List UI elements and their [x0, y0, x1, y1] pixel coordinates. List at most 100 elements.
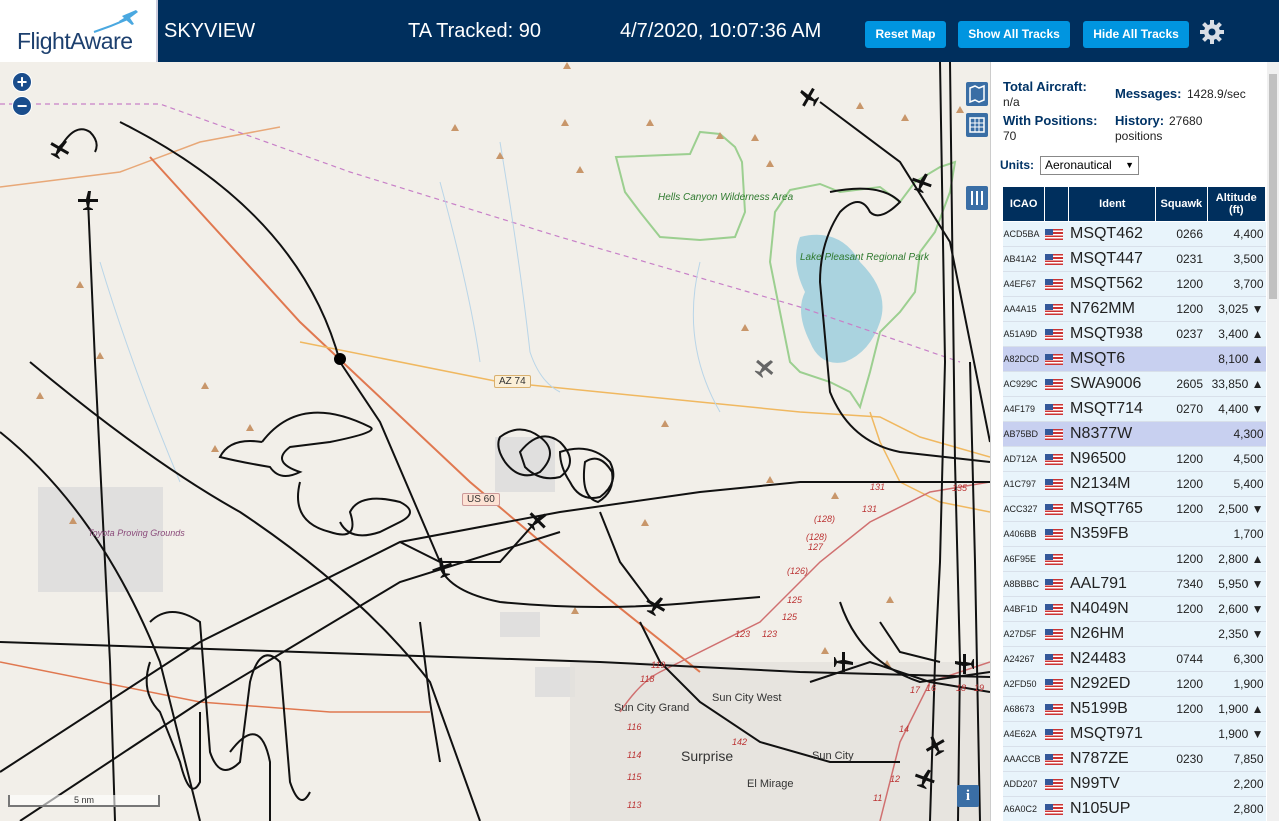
us60-shield: US 60	[462, 493, 500, 506]
flightaware-logo[interactable]: FlightAware	[0, 0, 158, 62]
table-row[interactable]: A6F95E 1200 2,800 ▲	[1002, 546, 1266, 572]
icao-cell: AD712A	[1002, 446, 1045, 472]
table-row[interactable]: AD712A N96500 1200 4,500	[1002, 446, 1266, 472]
icao-cell: AC929C	[1002, 371, 1045, 397]
icao-cell: A4F179	[1002, 396, 1045, 422]
squawk-cell	[1155, 796, 1208, 821]
hide-all-tracks-button[interactable]: Hide All Tracks	[1083, 21, 1189, 48]
table-row[interactable]: AAACCB N787ZE 0230 7,850	[1002, 746, 1266, 772]
icao-cell: A4BF1D	[1002, 596, 1045, 622]
altitude-cell: 2,500 ▼	[1207, 496, 1266, 522]
map-view[interactable]: + − Hells Canyon Wilderness Area Lake Pl…	[0, 62, 990, 821]
route-number: 17	[910, 685, 921, 695]
sun-city-grand-label: Sun City Grand	[614, 702, 690, 714]
grid-icon[interactable]	[966, 113, 988, 137]
table-row[interactable]: A68673 N5199B 1200 1,900 ▲	[1002, 696, 1266, 722]
us-flag-icon	[1044, 221, 1069, 247]
with-positions-label: With Positions:	[1003, 113, 1098, 128]
messages-label: Messages:	[1115, 86, 1182, 101]
table-row[interactable]: A24267 N24483 0744 6,300	[1002, 646, 1266, 672]
table-row[interactable]: ACD5BA MSQT462 0266 4,400	[1002, 221, 1266, 247]
icao-cell: ACC327	[1002, 496, 1045, 522]
route-number: 123	[735, 629, 751, 639]
icao-cell: AB41A2	[1002, 246, 1045, 272]
icao-cell: A1C797	[1002, 471, 1045, 497]
aircraft-panel: Total Aircraft: n/a With Positions: 70 M…	[990, 62, 1279, 821]
history-label: History:	[1115, 113, 1165, 128]
table-row[interactable]: AB41A2 MSQT447 0231 3,500	[1002, 246, 1266, 272]
table-row[interactable]: A6A0C2 N105UP 2,800	[1002, 796, 1266, 821]
columns-icon[interactable]	[966, 186, 988, 210]
header-bar: FlightAware SKYVIEW TA Tracked: 90 4/7/2…	[0, 0, 1279, 62]
us-flag-icon	[1044, 571, 1069, 597]
table-row[interactable]: A82DCD MSQT6 8,100 ▲	[1002, 346, 1266, 372]
altitude-cell: 7,850	[1207, 746, 1266, 772]
total-aircraft-label: Total Aircraft:	[1003, 79, 1087, 94]
squawk-cell: 0266	[1155, 221, 1208, 247]
reset-map-button[interactable]: Reset Map	[865, 21, 946, 48]
az74-shield: AZ 74	[494, 375, 531, 388]
us-flag-icon	[1044, 471, 1069, 497]
panel-scrollbar[interactable]	[1267, 62, 1279, 821]
squawk-cell: 0231	[1155, 246, 1208, 272]
table-row[interactable]: AB75BD N8377W 4,300	[1002, 421, 1266, 447]
altitude-cell: 3,700	[1207, 271, 1266, 297]
ident-cell: N292ED	[1068, 671, 1156, 697]
us-flag-icon	[1044, 796, 1069, 821]
surprise-label: Surprise	[681, 748, 734, 764]
total-aircraft-value: n/a	[1003, 95, 1020, 109]
scroll-thumb[interactable]	[1269, 74, 1277, 299]
table-row[interactable]: A2FD50 N292ED 1200 1,900	[1002, 671, 1266, 697]
us-flag-icon	[1044, 771, 1069, 797]
altitude-cell: 4,400	[1207, 221, 1266, 247]
sun-city-west-label: Sun City West	[712, 692, 782, 704]
ident-cell: MSQT714	[1068, 396, 1156, 422]
icao-cell: AB75BD	[1002, 421, 1045, 447]
route-number: 131	[862, 504, 878, 514]
icao-cell: A27D5F	[1002, 621, 1045, 647]
toyota-proving-grounds	[38, 487, 163, 592]
table-row[interactable]: A51A9D MSQT938 0237 3,400 ▲	[1002, 321, 1266, 347]
ident-cell: N2134M	[1068, 471, 1156, 497]
col-icao[interactable]: ICAO	[1001, 186, 1046, 222]
us-flag-icon	[1044, 296, 1069, 322]
altitude-cell: 1,900 ▼	[1207, 721, 1266, 747]
table-row[interactable]: A4BF1D N4049N 1200 2,600 ▼	[1002, 596, 1266, 622]
ident-cell: N359FB	[1068, 521, 1156, 547]
col-flag[interactable]	[1044, 186, 1070, 222]
hells-canyon-label: Hells Canyon Wilderness Area	[658, 192, 794, 203]
table-row[interactable]: AC929C SWA9006 2605 33,850 ▲	[1002, 371, 1266, 397]
route-number: (126)	[787, 566, 809, 576]
table-row[interactable]: A1C797 N2134M 1200 5,400	[1002, 471, 1266, 497]
map-layers-icon[interactable]	[966, 82, 988, 106]
ident-cell: N787ZE	[1068, 746, 1156, 772]
table-row[interactable]: A8BBBC AAL791 7340 5,950 ▼	[1002, 571, 1266, 597]
zoom-out-button[interactable]: −	[12, 96, 32, 116]
gear-icon[interactable]	[1198, 18, 1226, 46]
table-row[interactable]: A4F179 MSQT714 0270 4,400 ▼	[1002, 396, 1266, 422]
table-row[interactable]: A4EF67 MSQT562 1200 3,700	[1002, 271, 1266, 297]
col-squawk[interactable]: Squawk	[1155, 186, 1208, 222]
ident-cell: MSQT462	[1068, 221, 1156, 247]
info-icon[interactable]: i	[957, 785, 979, 807]
map-scale: 5 nm	[8, 795, 160, 807]
table-row[interactable]: A406BB N359FB 1,700	[1002, 521, 1266, 547]
route-number: 123	[762, 629, 778, 639]
table-row[interactable]: ACC327 MSQT765 1200 2,500 ▼	[1002, 496, 1266, 522]
units-dropdown[interactable]: Aeronautical ▼	[1040, 156, 1139, 175]
zoom-in-button[interactable]: +	[12, 72, 32, 92]
col-ident[interactable]: Ident	[1068, 186, 1157, 222]
squawk-cell	[1155, 771, 1208, 797]
table-row[interactable]: ADD207 N99TV 2,200	[1002, 771, 1266, 797]
ident-cell: MSQT765	[1068, 496, 1156, 522]
table-row[interactable]: A4E62A MSQT971 1,900 ▼	[1002, 721, 1266, 747]
messages-value: 1428.9/sec	[1187, 87, 1246, 101]
route-number: 115	[627, 772, 642, 782]
route-number: 18	[956, 683, 967, 693]
col-altitude[interactable]: Altitude (ft)	[1206, 186, 1267, 222]
show-all-tracks-button[interactable]: Show All Tracks	[958, 21, 1070, 48]
table-row[interactable]: A27D5F N26HM 2,350 ▼	[1002, 621, 1266, 647]
el-mirage-label: El Mirage	[747, 778, 794, 790]
table-row[interactable]: AA4A15 N762MM 1200 3,025 ▼	[1002, 296, 1266, 322]
squawk-cell: 1200	[1155, 696, 1208, 722]
